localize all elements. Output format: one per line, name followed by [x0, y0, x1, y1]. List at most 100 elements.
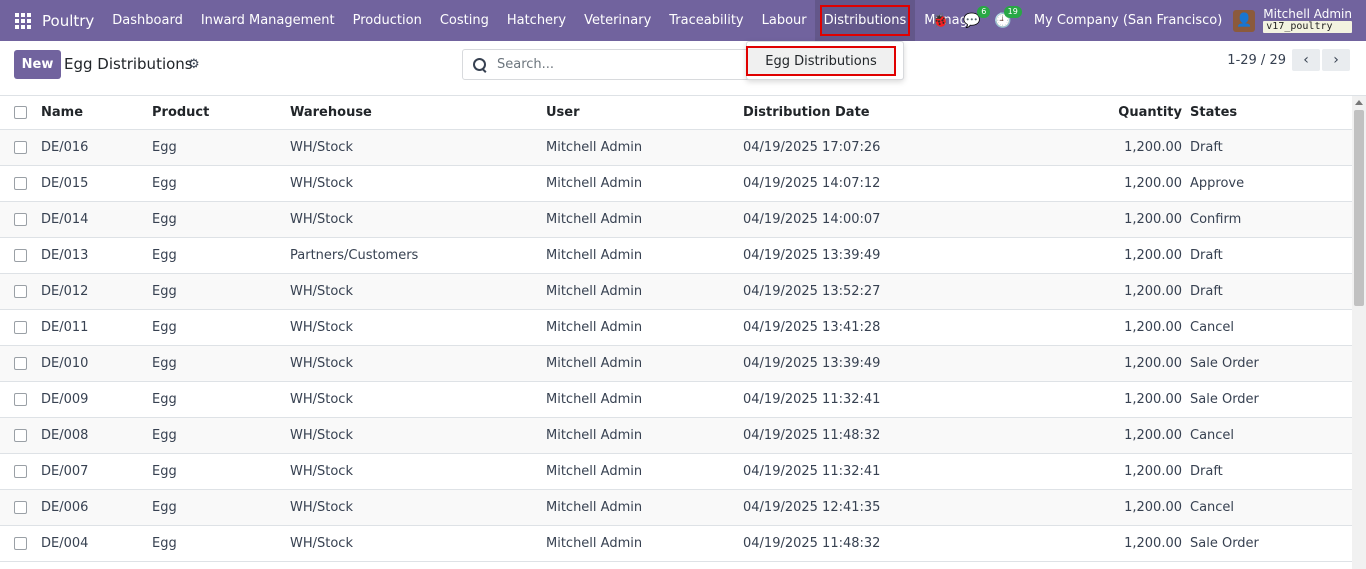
cell-state: Draft	[1190, 273, 1352, 310]
page-title[interactable]: Egg Distributions	[64, 55, 193, 73]
table-row[interactable]: DE/014 Egg WH/Stock Mitchell Admin 04/19/202…	[0, 201, 1352, 238]
cell-quantity: 1,200.00	[993, 417, 1190, 454]
messages-icon[interactable]: 💬 6	[963, 5, 991, 29]
vertical-scrollbar[interactable]	[1352, 96, 1366, 569]
row-checkbox[interactable]	[0, 201, 41, 238]
activity-clock-icon[interactable]: 🕘 19	[994, 5, 1022, 29]
records-table: Name Product Warehouse User Distribution…	[0, 96, 1352, 562]
user-name: Mitchell Admin	[1263, 7, 1352, 21]
cell-warehouse: WH/Stock	[290, 417, 546, 454]
cell-user: Mitchell Admin	[546, 417, 743, 454]
cell-user: Mitchell Admin	[546, 273, 743, 310]
cell-quantity: 1,200.00	[993, 309, 1190, 346]
cell-user: Mitchell Admin	[546, 381, 743, 418]
column-header-states[interactable]: States	[1190, 96, 1352, 130]
row-checkbox[interactable]	[0, 165, 41, 202]
menu-costing[interactable]: Costing	[431, 0, 498, 41]
main-menu: Dashboard Inward Management Production C…	[103, 0, 1019, 41]
cell-quantity: 1,200.00	[993, 525, 1190, 562]
cell-distribution-date: 04/19/2025 14:00:07	[743, 201, 993, 238]
column-header-user[interactable]: User	[546, 96, 743, 130]
row-checkbox[interactable]	[0, 309, 41, 346]
pager-value[interactable]: 1-29 / 29	[1227, 53, 1286, 68]
cell-state: Sale Order	[1190, 381, 1352, 418]
table-row[interactable]: DE/011 Egg WH/Stock Mitchell Admin 04/19/202…	[0, 309, 1352, 346]
cell-warehouse: WH/Stock	[290, 453, 546, 490]
dropdown-item-egg-distributions[interactable]: Egg Distributions	[746, 46, 896, 76]
menu-traceability[interactable]: Traceability	[660, 0, 752, 41]
cell-distribution-date: 04/19/2025 11:48:32	[743, 525, 993, 562]
database-name: v17_poultry	[1263, 21, 1352, 33]
column-header-quantity[interactable]: Quantity	[993, 96, 1190, 130]
gear-icon[interactable]: ⚙	[188, 57, 200, 72]
cell-user: Mitchell Admin	[546, 345, 743, 382]
menu-production[interactable]: Production	[344, 0, 431, 41]
menu-inward-management[interactable]: Inward Management	[192, 0, 344, 41]
table-row[interactable]: DE/012 Egg WH/Stock Mitchell Admin 04/19/202…	[0, 273, 1352, 310]
table-row[interactable]: DE/010 Egg WH/Stock Mitchell Admin 04/19/202…	[0, 345, 1352, 382]
search-input[interactable]	[497, 57, 737, 72]
avatar[interactable]: 👤	[1233, 9, 1256, 32]
cell-quantity: 1,200.00	[993, 489, 1190, 526]
cell-quantity: 1,200.00	[993, 201, 1190, 238]
menu-labour[interactable]: Labour	[753, 0, 816, 41]
cell-quantity: 1,200.00	[993, 237, 1190, 274]
new-button[interactable]: New	[14, 50, 61, 79]
table-row[interactable]: DE/006 Egg WH/Stock Mitchell Admin 04/19/202…	[0, 489, 1352, 526]
cell-user: Mitchell Admin	[546, 165, 743, 202]
top-navbar: Poultry Dashboard Inward Management Prod…	[0, 0, 1366, 41]
row-checkbox[interactable]	[0, 381, 41, 418]
table-row[interactable]: DE/004 Egg WH/Stock Mitchell Admin 04/19/202…	[0, 525, 1352, 562]
cell-product: Egg	[152, 309, 290, 346]
user-menu[interactable]: Mitchell Admin v17_poultry	[1263, 8, 1352, 33]
column-header-product[interactable]: Product	[152, 96, 290, 130]
pager-previous-button[interactable]: ‹	[1292, 49, 1320, 71]
row-checkbox[interactable]	[0, 129, 41, 166]
menu-hatchery[interactable]: Hatchery	[498, 0, 575, 41]
cell-state: Draft	[1190, 129, 1352, 166]
table-row[interactable]: DE/009 Egg WH/Stock Mitchell Admin 04/19/202…	[0, 381, 1352, 418]
row-checkbox[interactable]	[0, 237, 41, 274]
row-checkbox[interactable]	[0, 525, 41, 562]
column-header-name[interactable]: Name	[41, 96, 152, 130]
table-row[interactable]: DE/015 Egg WH/Stock Mitchell Admin 04/19/202…	[0, 165, 1352, 202]
row-checkbox[interactable]	[0, 273, 41, 310]
search-icon[interactable]	[473, 57, 487, 72]
menu-distributions[interactable]: Distributions	[814, 0, 916, 41]
cell-distribution-date: 04/19/2025 13:39:49	[743, 345, 993, 382]
cell-user: Mitchell Admin	[546, 453, 743, 490]
table-row[interactable]: DE/016 Egg WH/Stock Mitchell Admin 04/19/202…	[0, 129, 1352, 166]
cell-quantity: 1,200.00	[993, 453, 1190, 490]
menu-dashboard[interactable]: Dashboard	[103, 0, 192, 41]
row-checkbox[interactable]	[0, 345, 41, 382]
bug-icon[interactable]: 🐞	[932, 13, 949, 29]
cell-product: Egg	[152, 273, 290, 310]
company-switcher[interactable]: My Company (San Francisco)	[1034, 13, 1222, 28]
cell-user: Mitchell Admin	[546, 237, 743, 274]
scroll-thumb[interactable]	[1354, 110, 1364, 306]
cell-warehouse: WH/Stock	[290, 273, 546, 310]
table-row[interactable]: DE/007 Egg WH/Stock Mitchell Admin 04/19/202…	[0, 453, 1352, 490]
menu-veterinary[interactable]: Veterinary	[575, 0, 660, 41]
cell-name: DE/016	[41, 129, 152, 166]
scroll-up-arrow-icon[interactable]	[1355, 100, 1363, 105]
pager-next-button[interactable]: ›	[1322, 49, 1350, 71]
column-header-warehouse[interactable]: Warehouse	[290, 96, 546, 130]
app-brand[interactable]: Poultry	[42, 12, 94, 30]
row-checkbox[interactable]	[0, 417, 41, 454]
select-all-checkbox[interactable]	[0, 96, 41, 130]
cell-quantity: 1,200.00	[993, 165, 1190, 202]
cell-product: Egg	[152, 525, 290, 562]
table-row[interactable]: DE/013 Egg Partners/Customers Mitchell Admi…	[0, 237, 1352, 274]
cell-user: Mitchell Admin	[546, 201, 743, 238]
cell-name: DE/013	[41, 237, 152, 274]
apps-menu-icon[interactable]	[15, 12, 31, 29]
row-checkbox[interactable]	[0, 489, 41, 526]
table-row[interactable]: DE/008 Egg WH/Stock Mitchell Admin 04/19/202…	[0, 417, 1352, 454]
row-checkbox[interactable]	[0, 453, 41, 490]
cell-product: Egg	[152, 345, 290, 382]
column-header-distribution-date[interactable]: Distribution Date	[743, 96, 993, 130]
cell-warehouse: WH/Stock	[290, 309, 546, 346]
cell-product: Egg	[152, 165, 290, 202]
cell-user: Mitchell Admin	[546, 525, 743, 562]
